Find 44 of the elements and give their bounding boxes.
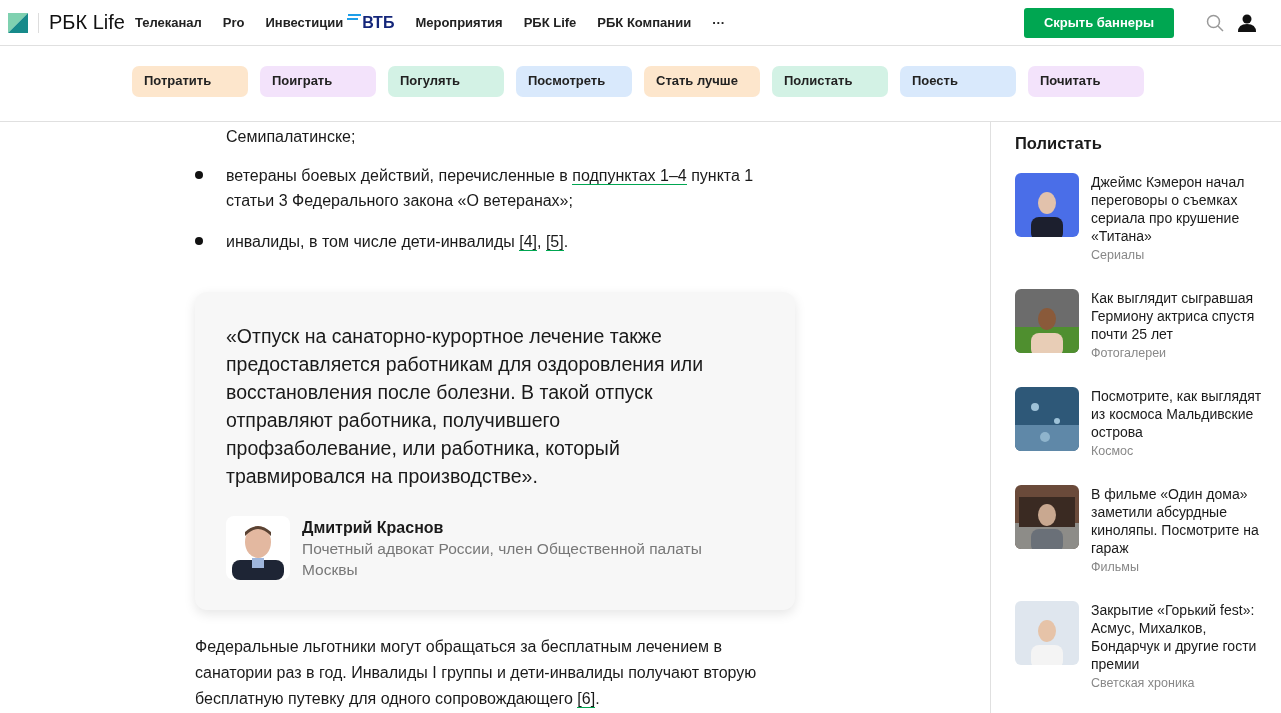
category-chip[interactable]: Полистать xyxy=(772,66,888,97)
list-item-text: инвалиды, в том числе дети-инвалиды [4], [5]. xyxy=(226,232,570,253)
category-chip[interactable]: Стать лучше xyxy=(644,66,760,97)
nav-link[interactable]: ··· xyxy=(712,15,726,30)
logo-icon[interactable] xyxy=(8,12,39,33)
news-category: Космос xyxy=(1091,444,1135,458)
nav-link[interactable]: Pro xyxy=(222,15,245,30)
reference-link[interactable]: подпунктах 1–4 xyxy=(572,167,687,185)
news-headline[interactable]: Закрытие «Горький fest»: Асмус, Михалков, Бондарчук и другие гости премии xyxy=(1091,601,1263,673)
list-item-text: Семипалатинске; xyxy=(226,127,357,147)
quote-text: «Отпуск на санаторно-курортное лечение также предоставляется работникам для оздоровления или восстановления после болезни. В такой отпуск отправляют работника, получившего профзаболевание, или работника, который травмировался на производстве». xyxy=(226,324,705,489)
nav-link[interactable]: РБК Life xyxy=(523,15,577,30)
reference-link[interactable]: [6] xyxy=(577,690,596,708)
news-category: Сериалы xyxy=(1091,248,1146,262)
news-category: Фотогалереи xyxy=(1091,346,1168,360)
nav-link[interactable]: РБК Компании xyxy=(597,15,692,30)
stripes-icon xyxy=(347,13,362,22)
logo-text[interactable]: РБК Life xyxy=(49,11,125,34)
author-name: Дмитрий Краснов xyxy=(302,518,445,538)
category-chip[interactable]: Поиграть xyxy=(260,66,376,97)
author-role: Почетный адвокат России, член Общественной палаты Москвы xyxy=(302,539,703,580)
paragraph-text: Федеральные льготники могут обращаться за бесплатным лечением в санатории раз в год. Инвалиды I группы и дети-инвалиды получают вторую бесплатную путевку для одного сопровождающего [6]. xyxy=(195,637,758,710)
category-chip[interactable]: Почитать xyxy=(1028,66,1144,97)
user-icon[interactable] xyxy=(1238,13,1256,32)
category-chip[interactable]: Посмотреть xyxy=(516,66,632,97)
category-chip[interactable]: Поесть xyxy=(900,66,1016,97)
nav-link[interactable]: Мероприятия xyxy=(415,15,503,30)
bullet-icon xyxy=(195,171,203,179)
nav-link[interactable]: Инвестиции ВТБ xyxy=(265,13,395,32)
nav-link[interactable]: Телеканал xyxy=(134,15,202,30)
bullet-icon xyxy=(195,237,203,245)
news-headline[interactable]: Посмотрите, как выглядят из космоса Мальдивские острова xyxy=(1091,387,1263,441)
reference-link[interactable]: [5] xyxy=(545,233,564,251)
sidebar-heading: Полистать xyxy=(1015,134,1103,153)
list-item-text: ветераны боевых действий, перечисленные в подпунктах 1–4 пункта 1 статьи 3 Федерального закона «О ветеранах»; xyxy=(226,166,755,211)
news-headline[interactable]: Как выглядит сыгравшая Гермиону актриса спустя почти 25 лет xyxy=(1091,289,1263,343)
search-icon[interactable] xyxy=(1206,13,1224,32)
category-chip[interactable]: Погулять xyxy=(388,66,504,97)
news-headline[interactable]: В фильме «Один дома» заметили абсурдные киноляпы. Посмотрите на гараж xyxy=(1091,485,1263,557)
news-category: Фильмы xyxy=(1091,560,1140,574)
reference-link[interactable]: [4] xyxy=(519,233,538,251)
news-headline[interactable]: Джеймс Кэмерон начал переговоры о съемках сериала про крушение «Титана» xyxy=(1091,173,1263,245)
category-chip[interactable]: Потратить xyxy=(132,66,248,97)
news-category: Светская хроника xyxy=(1091,676,1196,690)
